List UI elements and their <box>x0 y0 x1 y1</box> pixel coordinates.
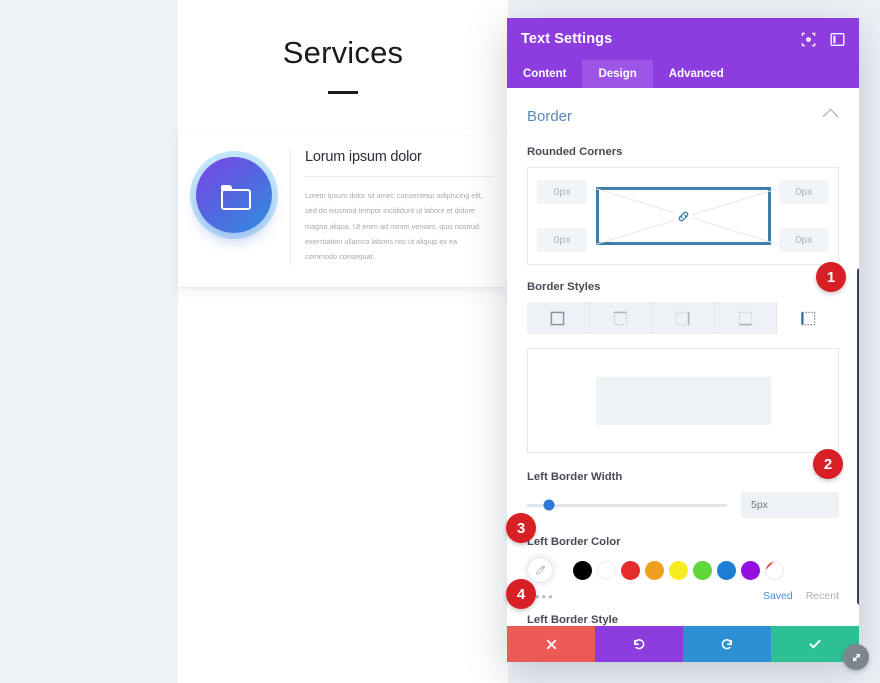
service-card-body: Lorem ipsum dolor sit amet, consectetur … <box>305 191 483 262</box>
border-style-top-border[interactable] <box>590 302 653 334</box>
corner-top-right-input[interactable]: 0px <box>779 180 829 204</box>
border-style-bottom-border[interactable] <box>715 302 778 334</box>
color-meta-row: ••• Saved Recent <box>527 588 839 604</box>
resize-handle[interactable] <box>843 644 869 670</box>
border-style-right-border[interactable] <box>652 302 715 334</box>
left-border-style-label: Left Border Style <box>527 614 619 626</box>
redo-button[interactable] <box>683 626 771 662</box>
border-preview-box <box>527 348 839 453</box>
modal-title: Text Settings <box>521 31 613 47</box>
left-border-width-control: 5px <box>527 492 839 518</box>
callout-badge-4: 4 <box>506 579 536 609</box>
modal-footer <box>507 626 859 662</box>
title-divider <box>328 90 358 94</box>
text-settings-modal: Text Settings Content Design Advanced Bo… <box>507 18 859 662</box>
corner-bottom-right-input[interactable]: 0px <box>779 228 829 252</box>
service-icon-wrap <box>178 149 290 233</box>
recent-colors-link[interactable]: Recent <box>806 590 839 602</box>
modal-tabs: Content Design Advanced <box>507 60 859 88</box>
border-style-all-borders[interactable] <box>527 302 590 334</box>
border-style-left-border[interactable] <box>777 302 839 334</box>
callout-badge-3: 3 <box>506 513 536 543</box>
swatch-black[interactable] <box>573 560 592 580</box>
modal-scrollbar[interactable] <box>857 268 859 605</box>
swatch-white[interactable] <box>597 560 616 580</box>
tab-content[interactable]: Content <box>507 60 582 88</box>
corner-top-left-input[interactable]: 0px <box>537 180 587 204</box>
page-title: Services <box>282 34 404 70</box>
border-section-header[interactable]: Border <box>527 94 839 138</box>
cancel-button[interactable] <box>507 626 595 662</box>
hero-section: Services <box>178 0 508 128</box>
modal-header: Text Settings <box>507 18 859 60</box>
eyedropper-icon[interactable] <box>527 557 553 583</box>
border-preview-rect <box>595 376 771 425</box>
swatch-purple[interactable] <box>741 560 760 580</box>
left-border-color-label: Left Border Color <box>527 536 621 548</box>
swatch-none[interactable] <box>765 560 784 580</box>
border-section-title: Border <box>527 107 573 125</box>
swatch-yellow[interactable] <box>669 560 688 580</box>
left-border-width-slider[interactable] <box>527 499 727 511</box>
screen: Services Lorum ipsum dolor Lorem ipsum d… <box>0 0 880 683</box>
swatch-green[interactable] <box>693 560 712 580</box>
swatch-blue[interactable] <box>717 560 736 580</box>
left-border-width-label: Left Border Width <box>527 471 623 483</box>
slider-knob[interactable] <box>543 499 555 511</box>
folder-icon <box>221 184 251 210</box>
left-border-width-input[interactable]: 5px <box>741 492 839 518</box>
tab-advanced[interactable]: Advanced <box>653 60 740 88</box>
tab-design[interactable]: Design <box>582 60 653 88</box>
callout-badge-2: 2 <box>813 449 843 479</box>
link-icon[interactable] <box>674 207 692 225</box>
target-icon[interactable] <box>801 32 816 47</box>
icon-circle <box>196 157 272 233</box>
undo-button[interactable] <box>595 626 683 662</box>
panel-layout-icon[interactable] <box>830 32 845 47</box>
color-swatch-row <box>527 557 839 583</box>
modal-header-actions <box>801 32 845 47</box>
saved-colors-link[interactable]: Saved <box>763 590 793 602</box>
rounded-corners-label: Rounded Corners <box>527 146 623 158</box>
border-styles-row <box>527 302 839 334</box>
service-card-title: Lorum ipsum dolor <box>305 149 494 177</box>
callout-badge-1: 1 <box>816 262 846 292</box>
modal-body: Border Rounded Corners 0px 0px 0px 0px B… <box>507 88 859 626</box>
border-styles-label: Border Styles <box>527 281 601 293</box>
rounded-corners-widget: 0px 0px 0px 0px <box>527 167 839 265</box>
corner-bottom-left-input[interactable]: 0px <box>537 228 587 252</box>
swatch-orange[interactable] <box>645 560 664 580</box>
swatch-red[interactable] <box>621 560 640 580</box>
website-preview: Services Lorum ipsum dolor Lorem ipsum d… <box>178 0 508 683</box>
corner-preview <box>594 187 779 246</box>
chevron-up-icon[interactable] <box>822 108 839 124</box>
service-card-text: Lorum ipsum dolor Lorem ipsum dolor sit … <box>290 149 494 265</box>
service-card[interactable]: Lorum ipsum dolor Lorem ipsum dolor sit … <box>178 129 508 287</box>
